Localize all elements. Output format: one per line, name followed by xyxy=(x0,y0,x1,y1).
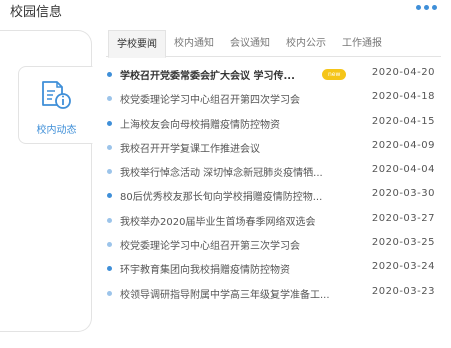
tab-work-reports[interactable]: 工作通报 xyxy=(334,30,390,57)
bullet-icon xyxy=(107,120,112,126)
more-icon[interactable] xyxy=(416,5,437,10)
bullet-icon xyxy=(107,72,112,77)
sidebar-item-campus-news[interactable]: 校内动态 xyxy=(18,66,93,144)
news-date: 2020-03-25 xyxy=(371,237,435,249)
news-date: 2020-04-20 xyxy=(371,67,435,78)
news-title[interactable]: 校党委理论学习中心组召开第三次学习会 xyxy=(120,237,300,252)
list-item[interactable]: 学校召开党委常委会扩大会议 学习传... new 2020-04-20 xyxy=(107,62,447,86)
list-item[interactable]: 校党委理论学习中心组召开第四次学习会 2020-04-18 xyxy=(107,86,447,110)
news-title[interactable]: 我校举行悼念活动 深切悼念新冠肺炎疫情牺... xyxy=(120,164,323,179)
tab-campus-notices[interactable]: 校内通知 xyxy=(166,30,222,57)
tab-bar: 学校要闻 校内通知 会议通知 校内公示 工作通报 xyxy=(106,30,441,58)
news-date: 2020-04-18 xyxy=(371,91,435,103)
tab-campus-announcements[interactable]: 校内公示 xyxy=(278,30,334,57)
news-date: 2020-03-23 xyxy=(371,285,435,297)
bullet-icon xyxy=(107,144,112,150)
list-item[interactable]: 校党委理论学习中心组召开第三次学习会 2020-03-25 xyxy=(107,232,447,256)
widget-header: 校园信息 xyxy=(0,0,451,22)
list-item[interactable]: 我校召开开学复课工作推进会议 2020-04-09 xyxy=(107,135,447,159)
document-info-icon xyxy=(42,81,71,109)
bullet-icon xyxy=(107,169,112,175)
tab-meeting-notices[interactable]: 会议通知 xyxy=(222,30,278,57)
list-item[interactable]: 校领导调研指导附属中学高三年级复学准备工... 2020-03-23 xyxy=(107,281,447,305)
news-date: 2020-03-24 xyxy=(371,261,435,273)
news-date: 2020-03-27 xyxy=(371,212,435,224)
news-title[interactable]: 环宇教育集团向我校捐赠疫情防控物资 xyxy=(120,261,290,276)
campus-info-widget: 校园信息 校内动态 学校要闻 校内通知 会议通知 校内公示 工作通报 学校召开党… xyxy=(0,0,451,348)
bullet-icon xyxy=(107,266,112,272)
list-item[interactable]: 环宇教育集团向我校捐赠疫情防控物资 2020-03-24 xyxy=(107,256,447,280)
bullet-icon xyxy=(107,193,112,199)
news-title[interactable]: 80后优秀校友那长旬向学校捐赠疫情防控物... xyxy=(120,188,322,203)
news-title[interactable]: 学校召开党委常委会扩大会议 学习传... xyxy=(120,67,295,82)
bullet-icon xyxy=(107,217,112,223)
bullet-icon xyxy=(107,242,112,248)
news-title[interactable]: 校党委理论学习中心组召开第四次学习会 xyxy=(120,91,300,106)
list-item[interactable]: 80后优秀校友那长旬向学校捐赠疫情防控物... 2020-03-30 xyxy=(107,183,447,207)
bullet-icon xyxy=(107,290,112,296)
news-title[interactable]: 上海校友会向母校捐赠疫情防控物资 xyxy=(120,116,280,131)
news-date: 2020-04-15 xyxy=(371,115,435,127)
list-item[interactable]: 上海校友会向母校捐赠疫情防控物资 2020-04-15 xyxy=(107,111,447,135)
sidebar-item-label: 校内动态 xyxy=(36,125,77,136)
tab-school-news[interactable]: 学校要闻 xyxy=(108,30,166,58)
news-title[interactable]: 我校召开开学复课工作推进会议 xyxy=(120,140,260,155)
bullet-icon xyxy=(107,96,112,102)
new-badge: new xyxy=(322,69,347,80)
list-item[interactable]: 我校举办2020届毕业生首场春季网络双选会 2020-03-27 xyxy=(107,208,447,232)
news-title[interactable]: 我校举办2020届毕业生首场春季网络双选会 xyxy=(120,213,315,228)
news-date: 2020-03-30 xyxy=(371,188,435,200)
widget-title: 校园信息 xyxy=(10,5,63,20)
list-item[interactable]: 我校举行悼念活动 深切悼念新冠肺炎疫情牺... 2020-04-04 xyxy=(107,159,447,183)
news-date: 2020-04-09 xyxy=(371,139,435,151)
news-date: 2020-04-04 xyxy=(371,164,435,176)
news-list: 学校召开党委常委会扩大会议 学习传... new 2020-04-20 校党委理… xyxy=(107,62,447,305)
news-title[interactable]: 校领导调研指导附属中学高三年级复学准备工... xyxy=(120,286,330,301)
main-content: 学校要闻 校内通知 会议通知 校内公示 工作通报 学校召开党委常委会扩大会议 学… xyxy=(92,30,451,348)
sidebar: 校内动态 xyxy=(0,30,93,332)
